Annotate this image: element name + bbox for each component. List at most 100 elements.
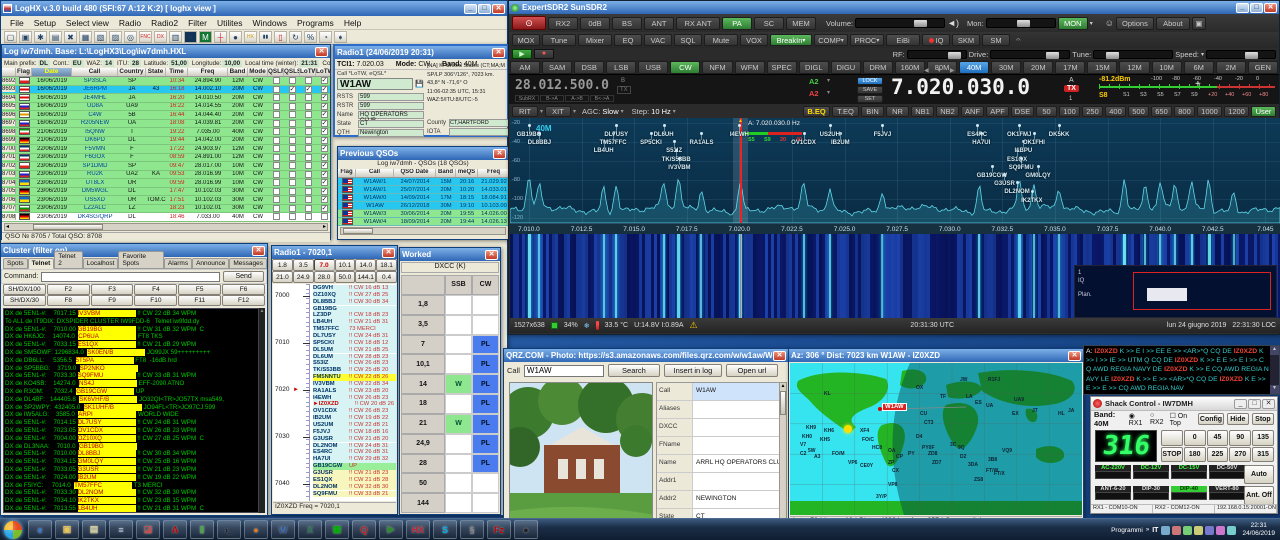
- cluster-tab-messages[interactable]: Messages: [229, 258, 267, 269]
- qsl-checkbox[interactable]: [300, 213, 316, 220]
- sdr-btn-eq[interactable]: EQ: [614, 34, 642, 46]
- qsl-checkbox[interactable]: [284, 120, 300, 127]
- taskbar-app-settings-app[interactable]: §: [460, 520, 484, 539]
- taskbar-app-explorer-folder[interactable]: ▣: [55, 520, 79, 539]
- checkbox[interactable]: [273, 171, 280, 178]
- taskbar-app-internet-explorer[interactable]: e: [28, 520, 52, 539]
- clock-icon[interactable]: ◔: [319, 31, 332, 43]
- bandmap-spot[interactable]: DL2NOM!! CW 32 dB 30 WPM: [313, 484, 396, 491]
- rotor-button-45[interactable]: 45: [1207, 430, 1229, 446]
- bandmap-band-21.0[interactable]: 21.0: [272, 271, 293, 283]
- filter-user-button[interactable]: User: [1251, 106, 1276, 117]
- qsl-checkbox[interactable]: [284, 137, 300, 144]
- band-button-160m[interactable]: 160M: [895, 61, 925, 74]
- qsl-checkbox[interactable]: [300, 103, 316, 110]
- taskbar-app-terminal[interactable]: ›_: [217, 520, 241, 539]
- qsl-checkbox[interactable]: [268, 111, 284, 118]
- mode-button-lsb[interactable]: LSB: [606, 61, 636, 74]
- band-button-20m[interactable]: 20M: [1023, 61, 1053, 74]
- log-table-row[interactable]: 870022/06/2019F5VMNF17:2224.903.9712MCW✓: [2, 145, 330, 154]
- checkbox[interactable]: [305, 145, 312, 152]
- tx-ant-dropdown-icon[interactable]: ▾: [827, 89, 830, 96]
- checkbox[interactable]: [273, 188, 280, 195]
- tray-icon[interactable]: [1205, 526, 1214, 535]
- checkbox[interactable]: [289, 111, 296, 118]
- cluster-spot-line[interactable]: DX de IW5ALG: 3585.0 ARPI WORLD WIDE: [5, 411, 264, 419]
- qsl-checkbox[interactable]: [300, 188, 316, 195]
- checkbox[interactable]: [289, 120, 296, 127]
- checkbox[interactable]: ✓: [321, 86, 328, 93]
- qsl-checkbox[interactable]: ✓: [316, 77, 330, 84]
- waterfall-icon[interactable]: ≈: [184, 31, 197, 43]
- notes-icon[interactable]: ▤: [49, 31, 62, 43]
- qsl-checkbox[interactable]: [300, 137, 316, 144]
- spectrum-callsign-tag[interactable]: I4EWH: [730, 132, 749, 138]
- power-switch[interactable]: DC-15V: [1171, 465, 1207, 485]
- mode-button-digu[interactable]: DIGU: [831, 61, 861, 74]
- rotor-button-270[interactable]: 270: [1229, 447, 1251, 463]
- language-indicator[interactable]: IT: [1152, 527, 1158, 534]
- mode-button-wfm[interactable]: WFM: [735, 61, 765, 74]
- speed-slider[interactable]: [1206, 50, 1276, 59]
- qsl-checkbox[interactable]: [284, 205, 300, 212]
- qsl-checkbox[interactable]: [284, 77, 300, 84]
- spectrum-callsign-tag[interactable]: OV1CDX: [791, 140, 816, 146]
- mon-knob[interactable]: [1017, 20, 1030, 27]
- loghx-titlebar[interactable]: LogHX v.3.0 build 480 (SFI:67 A:12 K:2) …: [1, 1, 507, 16]
- sdr-btn-breakin[interactable]: BreakIn ▾: [770, 34, 812, 46]
- bandmap-spot[interactable]: SP5CKI!! CW 18 dB 12 WPM: [313, 340, 396, 347]
- qrz-field-value[interactable]: ARRL HQ OPERATORS CLUB: [693, 455, 779, 472]
- spectrum-callsign-tag[interactable]: TK/S53BB: [662, 157, 691, 163]
- drive-slider[interactable]: [990, 50, 1070, 59]
- log-col-Mode[interactable]: Mode: [248, 68, 268, 76]
- power-switch[interactable]: AC-220V: [1095, 465, 1131, 485]
- vfo-lock-button[interactable]: LOCK: [857, 77, 883, 85]
- cluster-spot-line[interactable]: DX de F5IYC: 7014.0 TM57FFC T3 MERCI: [5, 482, 264, 490]
- loghx-minimize-button[interactable]: _: [464, 4, 477, 14]
- shack-stop-button[interactable]: Stop: [1252, 413, 1274, 425]
- checkbox[interactable]: [289, 145, 296, 152]
- vfo-set-button[interactable]: SET: [857, 95, 883, 103]
- checkbox[interactable]: ✓: [321, 94, 328, 101]
- cluster-fkey-f8[interactable]: F8: [47, 295, 90, 306]
- filter-800-button[interactable]: 800: [1174, 106, 1195, 117]
- checkbox[interactable]: [305, 103, 312, 110]
- filter-500-button[interactable]: 500: [1128, 106, 1149, 117]
- worked-cw-cell[interactable]: PL: [472, 414, 499, 434]
- bandmap-spot[interactable]: GB19BG: [313, 306, 396, 313]
- shack-ontop-checkbox[interactable]: ☐ On Top: [1170, 412, 1196, 427]
- spectrum-callsign-tag[interactable]: OK1FHI: [1023, 140, 1045, 146]
- band-button-17m[interactable]: 17M: [1055, 61, 1085, 74]
- azmap-titlebar[interactable]: Az: 306 ° Dist: 7023 km W1AW - IZ0XZD✕: [789, 349, 1083, 362]
- tray-icon[interactable]: [1216, 526, 1225, 535]
- prev-col[interactable]: QSO Date: [394, 169, 436, 177]
- power-switch[interactable]: DC-12V: [1133, 465, 1169, 485]
- prevqso-row[interactable]: W1AW/014/09/201417M18:1518.084.91: [338, 194, 508, 202]
- qsl-checkbox[interactable]: [268, 162, 284, 169]
- mon-button[interactable]: MON: [1058, 17, 1088, 30]
- sdr-btn-rx-ant[interactable]: RX ANT: [676, 17, 720, 30]
- worked-ssb-cell[interactable]: [445, 454, 472, 474]
- band-button-6m[interactable]: 6M: [1184, 61, 1214, 74]
- checkbox[interactable]: [305, 111, 312, 118]
- log-col-QSLS[interactable]: QSLS: [284, 68, 300, 76]
- checkbox[interactable]: [273, 103, 280, 110]
- bandmap-band-144.1[interactable]: 144.1: [355, 271, 376, 283]
- qsl-checkbox[interactable]: [268, 94, 284, 101]
- bandmap-band-14.0[interactable]: 14.0: [355, 259, 376, 271]
- prev-col[interactable]: Flag: [338, 169, 356, 177]
- qsl-checkbox[interactable]: ✓: [316, 205, 330, 212]
- radio1-titlebar[interactable]: Radio1 (24/06/2019 20:31)✕: [335, 46, 507, 59]
- shack-maximize-button[interactable]: □: [1248, 399, 1261, 409]
- exit-icon[interactable]: ➧: [334, 31, 347, 43]
- taskbar-chevron-icon[interactable]: »: [1146, 527, 1149, 533]
- spectrum-callsign-tag[interactable]: DL6UH: [654, 132, 674, 138]
- qsl-checkbox[interactable]: [300, 145, 316, 152]
- bandmap-spot[interactable]: US2UM!! CW 22 dB 21 WPM: [313, 422, 396, 429]
- checkbox[interactable]: ✓: [321, 188, 328, 195]
- taskbar-app-chart-app[interactable]: ▮: [190, 520, 214, 539]
- shack-close-button[interactable]: ✕: [1262, 399, 1275, 409]
- qrz-close-button[interactable]: ✕: [773, 351, 786, 361]
- filter-650-button[interactable]: 650: [1151, 106, 1172, 117]
- checkbox[interactable]: [273, 205, 280, 212]
